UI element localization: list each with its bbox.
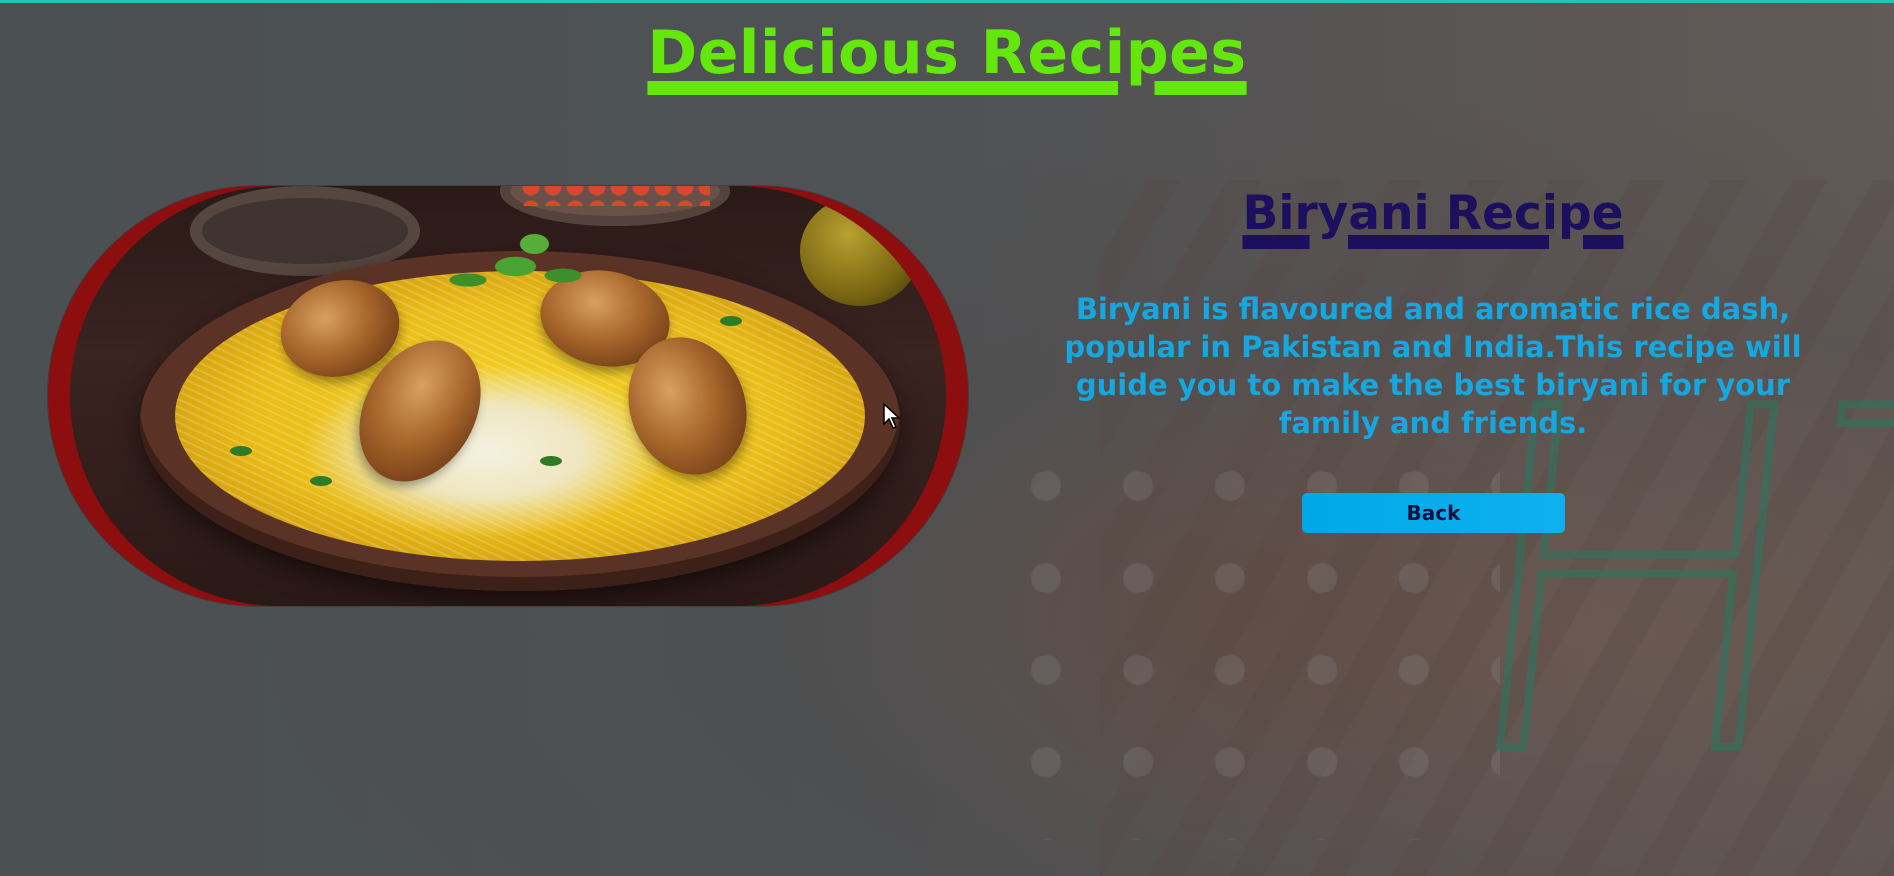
herb-image-part [540,456,562,466]
parsley-image-part [430,226,620,316]
back-button[interactable]: Back [1302,493,1565,533]
lemon-image-part [800,196,920,306]
herb-image-part [310,476,332,486]
recipe-image [70,186,946,606]
page: HT Delicious Recipes Biryani Recipe Biry… [0,0,1894,876]
mouse-cursor-icon [883,403,901,429]
herb-image-part [720,316,742,326]
header: Delicious Recipes [0,18,1894,88]
recipe-title: Biryani Recipe [1242,186,1624,241]
recipe-description: Biryani is flavoured and aromatic rice d… [1064,292,1802,440]
herb-image-part [230,446,252,456]
top-accent-line [0,0,1894,3]
tomatoes-image-part [520,186,710,206]
site-title: Delicious Recipes [647,18,1247,88]
recipe-image-frame [48,186,968,606]
